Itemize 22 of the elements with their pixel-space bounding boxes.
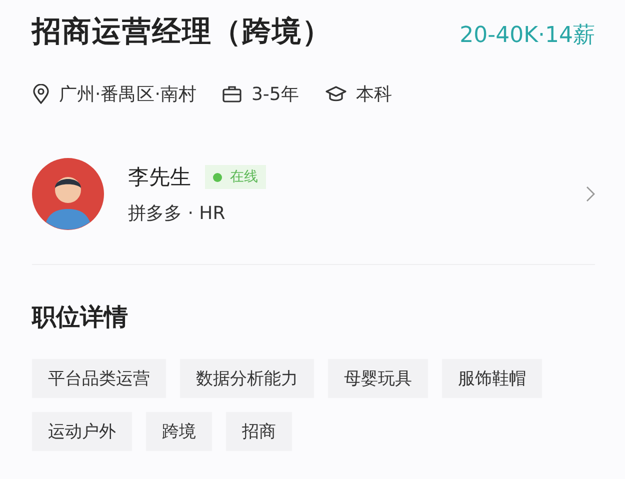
job-info-text: 本科: [356, 83, 392, 106]
skill-tag: 运动户外: [32, 412, 132, 451]
graduation-cap-icon: [324, 85, 347, 103]
skill-tag: 跨境: [146, 412, 212, 451]
recruiter-company: 拼多多 · HR: [128, 202, 226, 225]
avatar-icon: [32, 158, 104, 230]
chevron-right-icon: [586, 186, 595, 202]
location-pin-icon: [32, 84, 50, 104]
briefcase-icon: [222, 85, 242, 103]
recruiter-name: 李先生: [128, 164, 191, 191]
salary: 20-40K·14薪: [460, 22, 595, 50]
job-info-text: 3-5年: [251, 83, 299, 106]
skill-tag: 招商: [226, 412, 292, 451]
job-title: 招商运营经理（跨境）: [32, 13, 332, 50]
online-status-badge: 在线: [205, 165, 266, 189]
skill-tag: 平台品类运营: [32, 359, 166, 398]
job-info-text: 广州·番禺区·南村: [59, 83, 196, 106]
section-heading: 职位详情: [32, 302, 129, 333]
skill-tag: 母婴玩具: [328, 359, 428, 398]
skill-tag: 数据分析能力: [180, 359, 314, 398]
skill-tag: 服饰鞋帽: [442, 359, 542, 398]
recruiter-card[interactable]: 李先生 在线 拼多多 · HR: [32, 158, 595, 230]
